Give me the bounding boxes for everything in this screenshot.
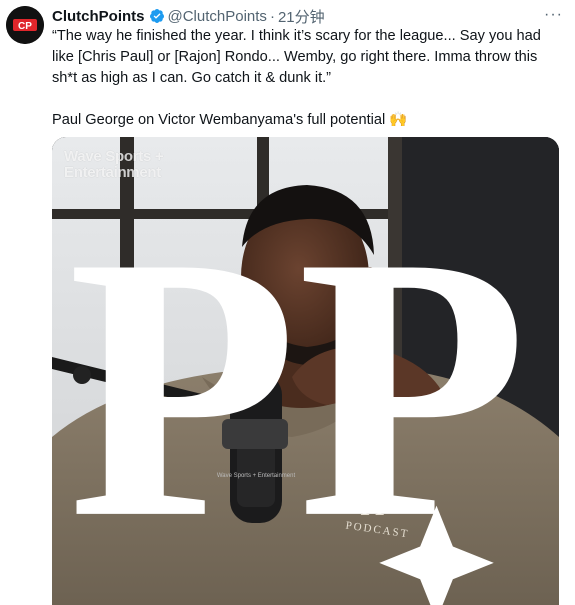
avatar-text: CP: [18, 21, 32, 32]
timestamp[interactable]: 21分钟: [278, 6, 325, 27]
verified-badge-icon: [149, 9, 164, 23]
pp-podcast-logo-icon: PP: [68, 180, 528, 605]
video-media[interactable]: Wave Sports + Entertainment PP PODCAST W…: [52, 137, 559, 605]
pp-logo-text: PP: [68, 180, 528, 596]
tweet-caption: Paul George on Victor Wembanyama's full …: [52, 112, 408, 128]
tweet-header: ClutchPoints @ClutchPoints · 21分钟 ···: [52, 6, 565, 26]
clutchpoints-logo-icon: CP: [6, 6, 44, 44]
author-avatar[interactable]: CP: [6, 6, 44, 44]
separator-dot: ·: [269, 7, 275, 25]
tweet-text: “The way he finished the year. I think i…: [52, 26, 562, 131]
author-name[interactable]: ClutchPoints: [52, 8, 145, 25]
tweet-quote: “The way he finished the year. I think i…: [52, 28, 541, 86]
more-options-icon[interactable]: ···: [544, 6, 563, 24]
author-handle[interactable]: @ClutchPoints: [168, 8, 267, 25]
